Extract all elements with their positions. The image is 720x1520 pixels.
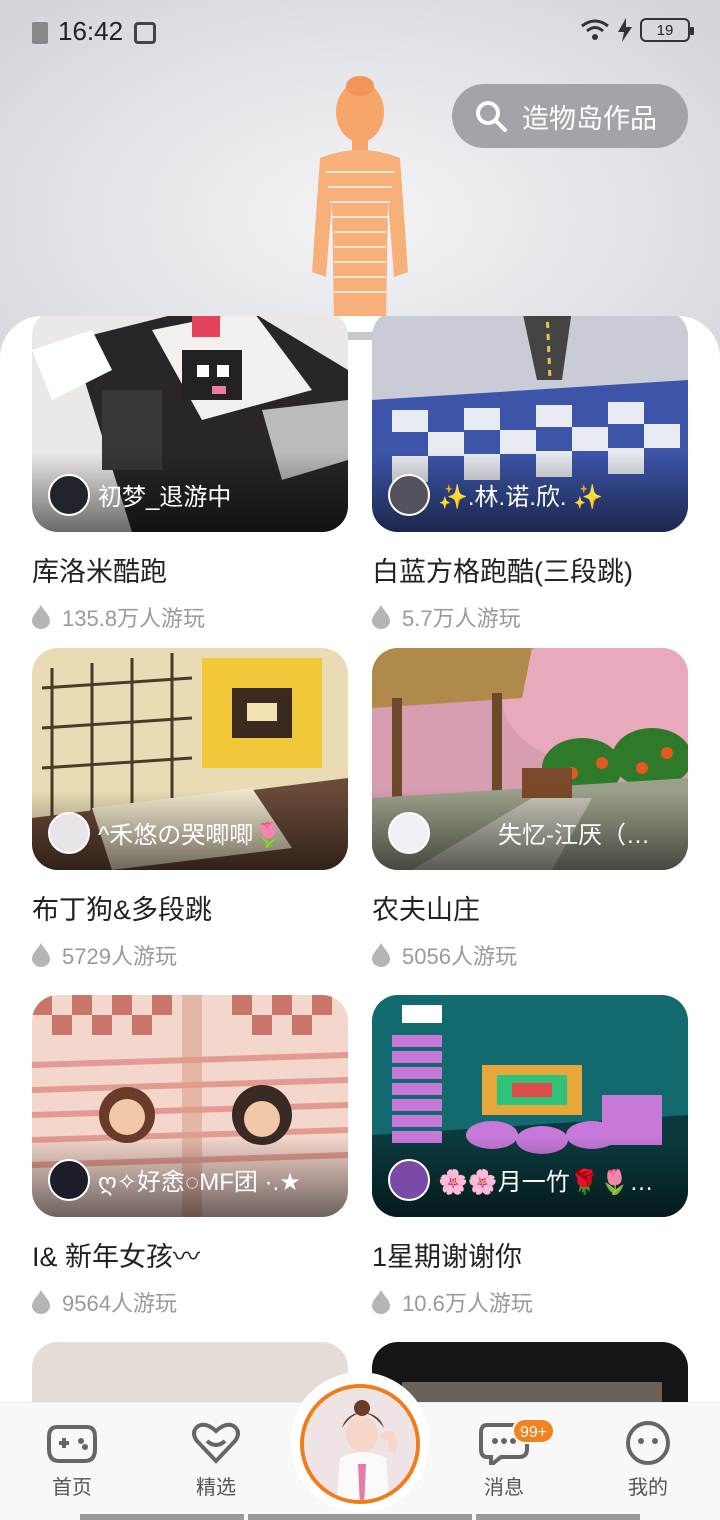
nav-messages-label: 消息: [484, 1477, 524, 1499]
nav-avatar-button[interactable]: [300, 1384, 420, 1504]
work-title[interactable]: 白蓝方格跑酷(三段跳): [372, 550, 688, 589]
flame-icon: [372, 605, 390, 629]
gesture-bar-segment: [248, 1514, 472, 1520]
messages-badge: 99+: [512, 1418, 556, 1444]
nav-mine-label: 我的: [628, 1477, 668, 1499]
play-count: 10.6万人游玩: [372, 1286, 688, 1318]
sim-icon: [32, 22, 48, 44]
author-avatar[interactable]: [388, 474, 430, 516]
author-avatar[interactable]: [48, 1159, 90, 1201]
nav-home[interactable]: 首页: [22, 1421, 122, 1500]
play-count-text: 9564人游玩: [62, 1291, 177, 1316]
player-avatar-figure[interactable]: [290, 72, 430, 322]
play-count: 5.7万人游玩: [372, 601, 688, 633]
play-count-text: 5729人游玩: [62, 944, 177, 969]
author-name[interactable]: ღ✧好悆◌MF团 ·.★: [98, 1162, 334, 1197]
play-count-text: 5056人游玩: [402, 944, 517, 969]
play-count: 9564人游玩: [32, 1286, 348, 1318]
nav-home-label: 首页: [52, 1477, 92, 1499]
work-card[interactable]: ღ✧好悆◌MF团 ·.★ I& 新年女孩〰 9564人游玩: [32, 995, 348, 1318]
heart-icon: [192, 1422, 240, 1464]
search-label: 造物岛作品: [522, 103, 657, 134]
work-card[interactable]: ^禾悠の哭唧唧🌷 布丁狗&多段跳 5729人游玩: [32, 648, 348, 971]
author-name[interactable]: ✨.林.诺.欣. ✨: [438, 477, 674, 512]
nav-featured-label: 精选: [196, 1477, 236, 1499]
work-thumbnail[interactable]: 失忆-江厌（…: [372, 648, 688, 870]
author-avatar[interactable]: [388, 812, 430, 854]
work-thumbnail[interactable]: ღ✧好悆◌MF团 ·.★: [32, 995, 348, 1217]
status-bar: 16:42 19: [0, 0, 720, 66]
author-name[interactable]: 初梦_退游中: [98, 477, 334, 512]
gamepad-icon: [47, 1425, 97, 1463]
work-thumbnail[interactable]: ✨.林.诺.欣. ✨: [372, 316, 688, 532]
work-card[interactable]: 初梦_退游中 库洛米酷跑 135.8万人游玩: [32, 316, 348, 633]
nav-mine[interactable]: 我的: [598, 1421, 698, 1500]
work-card[interactable]: ✨.林.诺.欣. ✨ 白蓝方格跑酷(三段跳) 5.7万人游玩: [372, 316, 688, 633]
flame-icon: [372, 1290, 390, 1314]
work-title[interactable]: 库洛米酷跑: [32, 550, 348, 589]
play-count: 135.8万人游玩: [32, 601, 348, 633]
battery-indicator: 19: [640, 18, 694, 42]
work-thumbnail[interactable]: ^禾悠の哭唧唧🌷: [32, 648, 348, 870]
author-avatar[interactable]: [48, 812, 90, 854]
work-title[interactable]: I& 新年女孩〰: [32, 1235, 348, 1274]
flame-icon: [32, 605, 50, 629]
play-count-text: 5.7万人游玩: [402, 606, 521, 631]
flame-icon: [32, 1290, 50, 1314]
work-card[interactable]: 🌸🌸月一竹🌹🌷… 1星期谢谢你 10.6万人游玩: [372, 995, 688, 1318]
flame-icon: [372, 943, 390, 967]
charging-icon: [618, 18, 632, 42]
wifi-icon: [581, 19, 609, 40]
search-icon: [476, 101, 507, 132]
work-thumbnail[interactable]: 初梦_退游中: [32, 316, 348, 532]
media-icon: [134, 22, 156, 44]
author-avatar[interactable]: [388, 1159, 430, 1201]
work-title[interactable]: 1星期谢谢你: [372, 1235, 688, 1274]
gesture-bar-segment: [476, 1514, 640, 1520]
gesture-bar-segment: [80, 1514, 244, 1520]
smiley-icon: [626, 1421, 670, 1465]
author-avatar[interactable]: [48, 474, 90, 516]
flame-icon: [32, 943, 50, 967]
work-card[interactable]: 失忆-江厌（… 农夫山庄 5056人游玩: [372, 648, 688, 971]
author-name[interactable]: 失忆-江厌（…: [498, 815, 674, 850]
play-count-text: 10.6万人游玩: [402, 1291, 533, 1316]
work-thumbnail[interactable]: 🌸🌸月一竹🌹🌷…: [372, 995, 688, 1217]
works-sheet[interactable]: 初梦_退游中 库洛米酷跑 135.8万人游玩 ✨.林.诺.欣. ✨ 白蓝方格跑酷…: [0, 316, 720, 1520]
author-name[interactable]: 🌸🌸月一竹🌹🌷…: [438, 1162, 674, 1197]
play-count: 5729人游玩: [32, 939, 348, 971]
nav-featured[interactable]: 精选: [166, 1421, 266, 1500]
status-time: 16:42: [58, 16, 124, 46]
work-title[interactable]: 布丁狗&多段跳: [32, 888, 348, 927]
play-count-text: 135.8万人游玩: [62, 606, 206, 631]
author-name[interactable]: ^禾悠の哭唧唧🌷: [98, 815, 334, 850]
play-count: 5056人游玩: [372, 939, 688, 971]
work-title[interactable]: 农夫山庄: [372, 888, 688, 927]
search-works-button[interactable]: 造物岛作品: [452, 84, 688, 148]
